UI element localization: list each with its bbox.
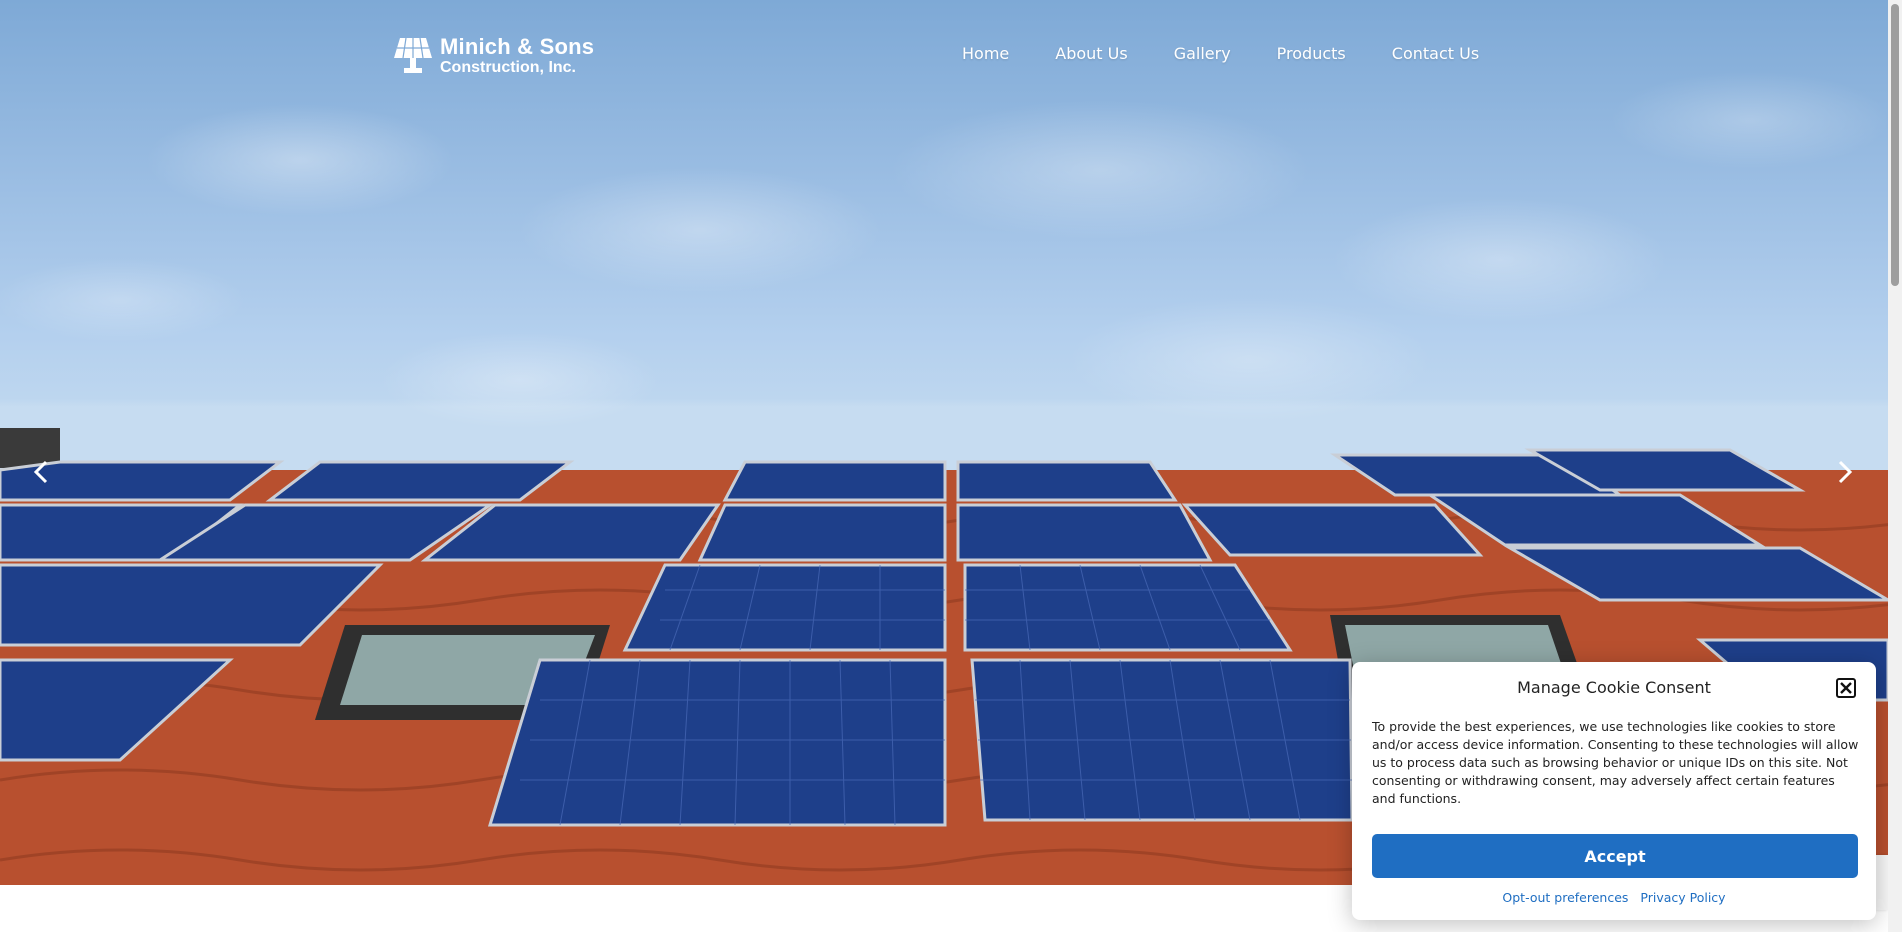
cookie-title: Manage Cookie Consent: [1517, 678, 1711, 697]
scrollbar-thumb[interactable]: [1891, 4, 1899, 286]
chevron-left-icon: [33, 460, 48, 484]
cookie-consent-dialog: Manage Cookie Consent To provide the bes…: [1352, 662, 1876, 920]
nav-products[interactable]: Products: [1277, 44, 1346, 63]
slider-prev-button[interactable]: [30, 458, 54, 486]
nav-home[interactable]: Home: [962, 44, 1009, 63]
nav-about-us[interactable]: About Us: [1055, 44, 1127, 63]
brand-name: Minich & Sons: [440, 34, 595, 59]
cookie-close-button[interactable]: [1836, 678, 1856, 698]
brand-subtitle: Construction, Inc.: [440, 59, 576, 76]
cookie-links: Opt-out preferences Privacy Policy: [1352, 890, 1876, 905]
nav-gallery[interactable]: Gallery: [1174, 44, 1231, 63]
cookie-message: To provide the best experiences, we use …: [1372, 719, 1859, 806]
brand-logo[interactable]: Minich & Sons Construction, Inc.: [392, 36, 594, 76]
chevron-right-icon: [1838, 460, 1853, 484]
nav-contact-us[interactable]: Contact Us: [1392, 44, 1479, 63]
recaptcha-badge[interactable]: [1876, 855, 1888, 910]
close-icon: [1840, 682, 1852, 694]
opt-out-preferences-link[interactable]: Opt-out preferences: [1502, 890, 1628, 905]
main-nav: Home About Us Gallery Products Contact U…: [962, 44, 1479, 63]
cookie-accept-button[interactable]: Accept: [1372, 834, 1858, 878]
privacy-policy-link[interactable]: Privacy Policy: [1640, 890, 1725, 905]
slider-next-button[interactable]: [1832, 458, 1856, 486]
page-scrollbar[interactable]: [1888, 0, 1902, 932]
solar-panel-logo-icon: [394, 37, 432, 73]
